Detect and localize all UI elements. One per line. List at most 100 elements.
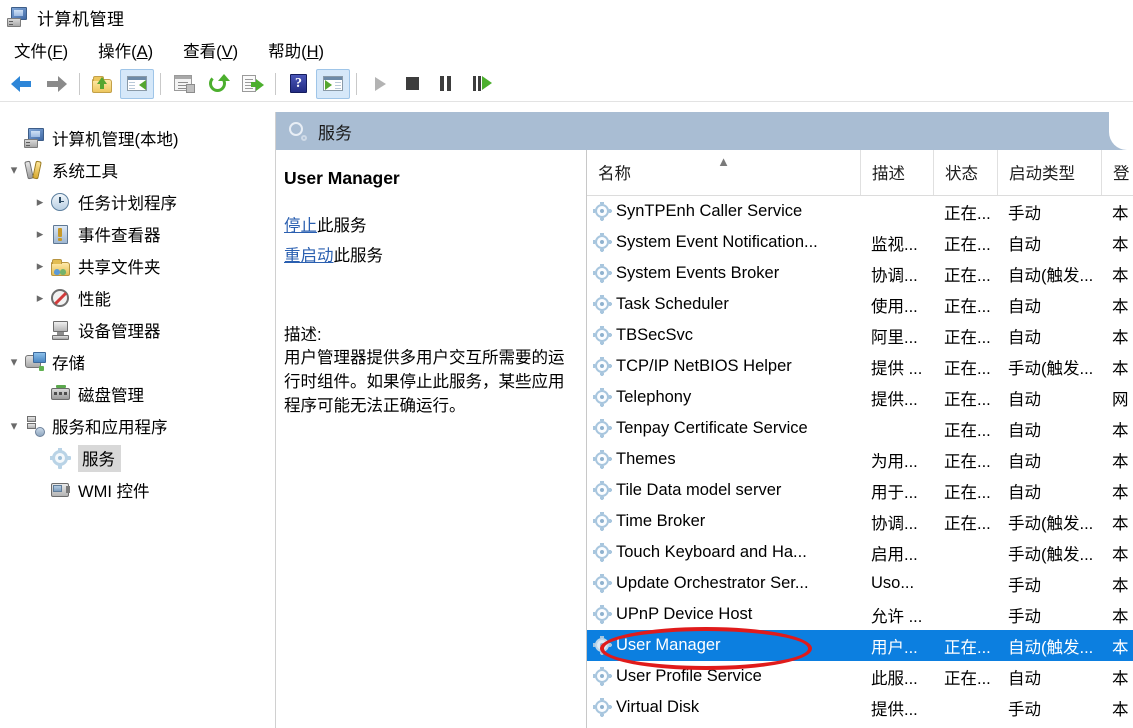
cell-name: Task Scheduler — [587, 295, 860, 314]
show-hide-console-tree-button[interactable] — [120, 69, 154, 99]
table-row[interactable]: Telephony提供...正在...自动网 — [587, 382, 1133, 413]
cell-name: User Profile Service — [587, 667, 860, 686]
service-gear-icon — [593, 667, 612, 686]
column-header-log-on-as[interactable]: 登 — [1101, 150, 1133, 195]
start-service-button[interactable] — [363, 69, 397, 99]
tree-item-shared-folders[interactable]: ▸ 共享文件夹 — [0, 250, 275, 282]
table-row[interactable]: Tile Data model server用于...正在...自动本 — [587, 475, 1133, 506]
table-row[interactable]: System Event Notification...监视...正在...自动… — [587, 227, 1133, 258]
chevron-down-icon[interactable]: ▾ — [4, 356, 24, 369]
cell-description: 启用... — [860, 541, 933, 565]
forward-button[interactable] — [39, 69, 73, 99]
up-one-level-button[interactable] — [86, 69, 120, 99]
title-bar: 计算机管理 — [0, 0, 1133, 34]
table-row[interactable]: Touch Keyboard and Ha...启用...手动(触发...本 — [587, 537, 1133, 568]
cell-name: Update Orchestrator Ser... — [587, 574, 860, 593]
chevron-right-icon[interactable]: ▸ — [30, 292, 50, 305]
menu-action[interactable]: 操作(A) — [94, 35, 157, 65]
restart-service-link[interactable]: 重启动 — [284, 247, 334, 265]
table-row[interactable]: Update Orchestrator Ser...Uso...手动本 — [587, 568, 1133, 599]
toolbar-separator-3 — [275, 73, 276, 95]
cell-name: UPnP Device Host — [587, 605, 860, 624]
services-and-applications-icon — [24, 416, 46, 437]
tree-item-services-and-applications[interactable]: ▾ 服务和应用程序 — [0, 410, 275, 442]
cell-description: Uso... — [860, 574, 933, 593]
refresh-button[interactable] — [201, 69, 235, 99]
column-header-name[interactable]: ▲ 名称 — [587, 150, 860, 195]
cell-description: 提供... — [860, 386, 933, 410]
tree-item-event-viewer[interactable]: ▸ 事件查看器 — [0, 218, 275, 250]
table-row[interactable]: SynTPEnh Caller Service正在...手动本 — [587, 196, 1133, 227]
menu-file[interactable]: 文件(F) — [10, 35, 72, 65]
stop-service-button[interactable] — [397, 69, 431, 99]
cell-status: 正在... — [933, 293, 997, 317]
toolbar-separator-1 — [79, 73, 80, 95]
column-header-startup-type[interactable]: 启动类型 — [997, 150, 1101, 195]
service-name: System Event Notification... — [616, 233, 818, 252]
cell-startup-type: 自动 — [997, 293, 1101, 317]
table-row[interactable]: Tenpay Certificate Service正在...自动本 — [587, 413, 1133, 444]
column-header-description[interactable]: 描述 — [860, 150, 933, 195]
chevron-right-icon[interactable]: ▸ — [30, 228, 50, 241]
results-pane: 服务 User Manager 停止此服务 重启动此服务 描述: 用户管理器提供… — [276, 112, 1133, 728]
tree-item-services[interactable]: 服务 — [0, 442, 275, 474]
toolbar-separator-2 — [160, 73, 161, 95]
column-header-label: 名称 — [598, 160, 631, 184]
chevron-right-icon[interactable]: ▸ — [30, 196, 50, 209]
table-row[interactable]: TCP/IP NetBIOS Helper提供 ...正在...手动(触发...… — [587, 351, 1133, 382]
help-button[interactable]: ? — [282, 69, 316, 99]
tree-item-wmi-control[interactable]: WMI 控件 — [0, 474, 275, 506]
pause-service-button[interactable] — [431, 69, 465, 99]
service-name: Tile Data model server — [616, 481, 781, 500]
cell-startup-type: 手动(触发... — [997, 541, 1101, 565]
chevron-right-icon[interactable]: ▸ — [30, 260, 50, 273]
tree-item-performance[interactable]: ▸ 性能 — [0, 282, 275, 314]
table-row[interactable]: Time Broker协调...正在...手动(触发...本 — [587, 506, 1133, 537]
service-name: Telephony — [616, 388, 691, 407]
cell-log-on-as: 本 — [1101, 293, 1133, 317]
tree-item-task-scheduler[interactable]: ▸ 任务计划程序 — [0, 186, 275, 218]
cell-startup-type: 自动 — [997, 479, 1101, 503]
restart-service-button[interactable] — [465, 69, 499, 99]
menu-view-label: 查看 — [183, 43, 216, 61]
service-name: User Profile Service — [616, 667, 762, 686]
chevron-down-icon[interactable]: ▾ — [4, 164, 24, 177]
stop-icon — [403, 74, 425, 93]
tree-item-computer-management[interactable]: 计算机管理(本地) — [0, 122, 275, 154]
tree-item-disk-management[interactable]: 磁盘管理 — [0, 378, 275, 410]
cell-description: 协调... — [860, 262, 933, 286]
table-row[interactable]: UPnP Device Host允许 ...手动本 — [587, 599, 1133, 630]
table-row[interactable]: User Profile Service此服...正在...自动本 — [587, 661, 1133, 692]
play-icon — [371, 75, 389, 93]
back-button[interactable] — [5, 69, 39, 99]
tree-item-system-tools[interactable]: ▾ 系统工具 — [0, 154, 275, 186]
menu-help[interactable]: 帮助(H) — [264, 35, 328, 65]
cell-name: Virtual Disk — [587, 698, 860, 717]
cell-startup-type: 手动(触发... — [997, 355, 1101, 379]
table-row[interactable]: User Manager用户...正在...自动(触发...本 — [587, 630, 1133, 661]
table-row[interactable]: Themes为用...正在...自动本 — [587, 444, 1133, 475]
services-icon — [288, 121, 308, 141]
properties-button[interactable] — [167, 69, 201, 99]
tree-label: WMI 控件 — [78, 478, 150, 502]
cell-status: 正在... — [933, 355, 997, 379]
restart-service-suffix: 此服务 — [334, 247, 384, 265]
table-row[interactable]: Virtual Disk提供...手动本 — [587, 692, 1133, 723]
table-row[interactable]: System Events Broker协调...正在...自动(触发...本 — [587, 258, 1133, 289]
service-gear-icon — [593, 636, 612, 655]
tree-item-device-manager[interactable]: 设备管理器 — [0, 314, 275, 346]
export-list-button[interactable] — [235, 69, 269, 99]
column-header-status[interactable]: 状态 — [933, 150, 997, 195]
chevron-down-icon[interactable]: ▾ — [4, 420, 24, 433]
pause-icon — [437, 74, 459, 93]
table-row[interactable]: TBSecSvc阿里...正在...自动本 — [587, 320, 1133, 351]
table-row[interactable]: Task Scheduler使用...正在...自动本 — [587, 289, 1133, 320]
cell-name: Tile Data model server — [587, 481, 860, 500]
menu-view[interactable]: 查看(V) — [179, 35, 242, 65]
tree-item-storage[interactable]: ▾ 存储 — [0, 346, 275, 378]
show-action-pane-button[interactable] — [316, 69, 350, 99]
cell-description: 协调... — [860, 510, 933, 534]
cell-name: TBSecSvc — [587, 326, 860, 345]
cell-description: 使用... — [860, 293, 933, 317]
stop-service-link[interactable]: 停止 — [284, 217, 317, 235]
